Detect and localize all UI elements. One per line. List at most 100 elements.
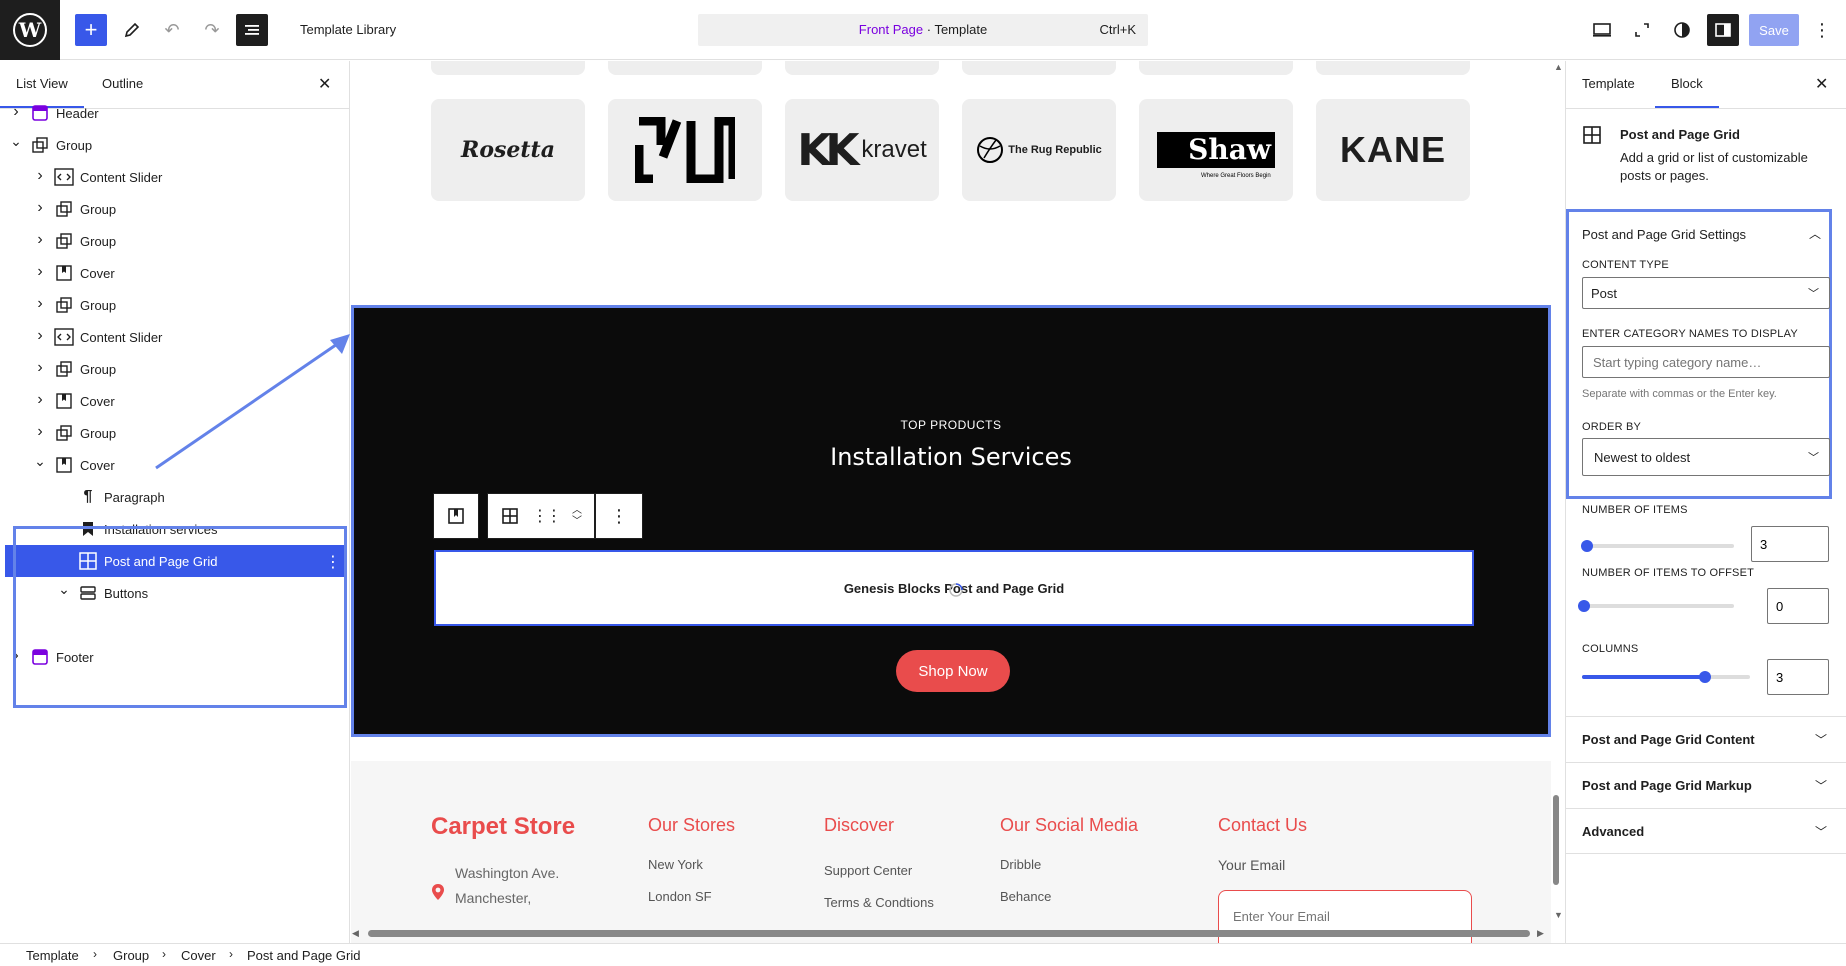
command-palette-bar[interactable]: Front Page · Template Ctrl+K [698, 14, 1148, 46]
chevron-right-icon[interactable]: › [32, 167, 48, 185]
post-and-page-grid-block[interactable]: Genesis Blocks Post and Page Grid [434, 550, 1474, 626]
settings-toggle-button[interactable] [1707, 14, 1739, 46]
tab-outline[interactable]: Outline [102, 76, 143, 91]
options-button[interactable]: ⋮ [1806, 14, 1838, 46]
tree-item[interactable]: › Group [0, 289, 346, 321]
close-icon[interactable]: ✕ [318, 74, 331, 94]
items-slider[interactable] [1581, 540, 1734, 552]
chevron-right-icon[interactable]: › [32, 295, 48, 313]
chevron-right-icon[interactable]: › [32, 423, 48, 441]
items-number-field[interactable] [1751, 526, 1829, 562]
columns-slider-thumb[interactable] [1698, 671, 1711, 683]
scroll-up-arrow-icon[interactable]: ▲ [1554, 62, 1563, 72]
tree-item[interactable]: › Group [0, 193, 346, 225]
chevron-up-icon[interactable]: ︿ [572, 505, 582, 516]
block-options-button[interactable]: ⋮ [595, 493, 643, 539]
items-input[interactable] [1752, 527, 1828, 561]
tab-template[interactable]: Template [1582, 76, 1635, 91]
list-view-button[interactable] [236, 14, 268, 46]
offset-slider[interactable] [1578, 600, 1734, 612]
tree-item[interactable]: › Group [0, 225, 346, 257]
tree-item[interactable]: › Cover [0, 257, 346, 289]
tree-item[interactable]: ⌄ Group [0, 129, 346, 161]
tab-block[interactable]: Block [1655, 76, 1719, 108]
footer-heading-social: Our Social Media [1000, 815, 1139, 835]
cover-block[interactable]: TOP PRODUCTS Installation Services ⋮⋮ ︿ ﹀… [351, 305, 1551, 737]
columns-number-field[interactable] [1767, 659, 1829, 695]
contrast-icon [1674, 22, 1690, 38]
logo-rosetta: Rosetta [461, 137, 555, 163]
chevron-down-icon[interactable]: ﹀ [572, 516, 582, 527]
cover-eyebrow[interactable]: TOP PRODUCTS [354, 418, 1548, 432]
tree-item[interactable]: ¶ Paragraph [0, 481, 346, 513]
horizontal-scrollbar[interactable] [368, 930, 1530, 937]
offset-number-field[interactable] [1767, 588, 1829, 624]
columns-slider[interactable] [1582, 671, 1750, 683]
logo-card-shaw[interactable]: Shaw Where Great Floors Begin [1139, 99, 1293, 201]
columns-input[interactable] [1768, 660, 1828, 694]
footer-link[interactable]: Terms & Condtions [824, 895, 934, 910]
logo-card-rug-republic[interactable]: The Rug Republic [962, 99, 1116, 201]
svg-text:W: W [18, 18, 42, 42]
chevron-down-icon[interactable]: ⌄ [8, 133, 24, 150]
footer-link[interactable]: Support Center [824, 863, 912, 878]
wordpress-logo-icon[interactable]: W [0, 0, 60, 60]
breadcrumb-item[interactable]: Group [113, 948, 149, 963]
scroll-down-arrow-icon[interactable]: ▼ [1554, 910, 1563, 920]
shop-now-button[interactable]: Shop Now [896, 650, 1010, 692]
chevron-down-icon[interactable]: ⌄ [32, 453, 48, 470]
chevron-right-icon[interactable]: › [32, 327, 48, 345]
items-slider-thumb[interactable] [1581, 540, 1594, 552]
panel-grid-markup[interactable]: Post and Page Grid Markup ﹀ [1566, 762, 1846, 808]
save-button[interactable]: Save [1749, 14, 1799, 46]
logo-card-rosetta[interactable]: Rosetta [431, 99, 585, 201]
fullscreen-button[interactable] [1626, 14, 1658, 46]
undo-button[interactable]: ↶ [156, 14, 188, 46]
logo-card-kravet[interactable]: KK kravet [785, 99, 939, 201]
view-device-button[interactable] [1586, 14, 1618, 46]
tab-list-view[interactable]: List View [0, 76, 84, 108]
footer-link[interactable]: Behance [1000, 889, 1051, 904]
chevron-right-icon[interactable]: › [32, 391, 48, 409]
vertical-scrollbar[interactable] [1553, 795, 1559, 885]
chevron-up-icon[interactable]: ︿ [1809, 225, 1821, 242]
cover-heading[interactable]: Installation Services [354, 443, 1548, 471]
styles-button[interactable] [1666, 14, 1698, 46]
chevron-right-icon[interactable]: › [8, 103, 24, 121]
category-field[interactable] [1582, 346, 1830, 378]
logo-card-kane[interactable]: KANE [1316, 99, 1470, 201]
chevron-right-icon[interactable]: › [32, 199, 48, 217]
chevron-right-icon[interactable]: › [32, 359, 48, 377]
content-type-select[interactable]: Post ﹀ [1582, 277, 1830, 309]
scroll-right-arrow-icon[interactable]: ▶ [1537, 928, 1544, 939]
drag-handle-icon[interactable]: ⋮⋮ [532, 506, 562, 526]
add-block-button[interactable]: + [75, 14, 107, 46]
tree-item-label: Group [80, 362, 117, 377]
parent-block-button[interactable] [433, 493, 479, 539]
logo-card-ch[interactable] [608, 99, 762, 201]
scroll-left-arrow-icon[interactable]: ◀ [352, 928, 359, 939]
breadcrumb-item[interactable]: Template [26, 948, 79, 963]
panel-grid-content[interactable]: Post and Page Grid Content ﹀ [1566, 716, 1846, 762]
close-icon[interactable]: ✕ [1815, 74, 1828, 94]
tools-button[interactable] [116, 14, 148, 46]
breadcrumb-item[interactable]: Cover [181, 948, 216, 963]
redo-button[interactable]: ↷ [196, 14, 228, 46]
settings-section-title[interactable]: Post and Page Grid Settings [1582, 227, 1746, 242]
offset-input[interactable] [1768, 589, 1828, 623]
footer-link[interactable]: London SF [648, 889, 712, 904]
category-input[interactable] [1583, 347, 1829, 377]
tree-item[interactable]: › Header [0, 97, 346, 129]
footer-brand[interactable]: Carpet Store [431, 813, 575, 841]
grid-icon[interactable] [500, 506, 520, 526]
offset-slider-thumb[interactable] [1578, 600, 1590, 612]
chevron-right-icon[interactable]: › [32, 263, 48, 281]
order-by-select[interactable]: Newest to oldest ﹀ [1582, 438, 1830, 476]
chevron-right-icon[interactable]: › [32, 231, 48, 249]
move-up-down-icon[interactable]: ︿ ﹀ [572, 505, 582, 527]
footer-link[interactable]: New York [648, 857, 703, 872]
footer-link[interactable]: Dribble [1000, 857, 1041, 872]
editor-canvas[interactable]: Rosetta KK kravet The Rug Republic Shaw … [351, 61, 1565, 943]
panel-advanced[interactable]: Advanced ﹀ [1566, 808, 1846, 854]
tree-item[interactable]: › Content Slider [0, 161, 346, 193]
